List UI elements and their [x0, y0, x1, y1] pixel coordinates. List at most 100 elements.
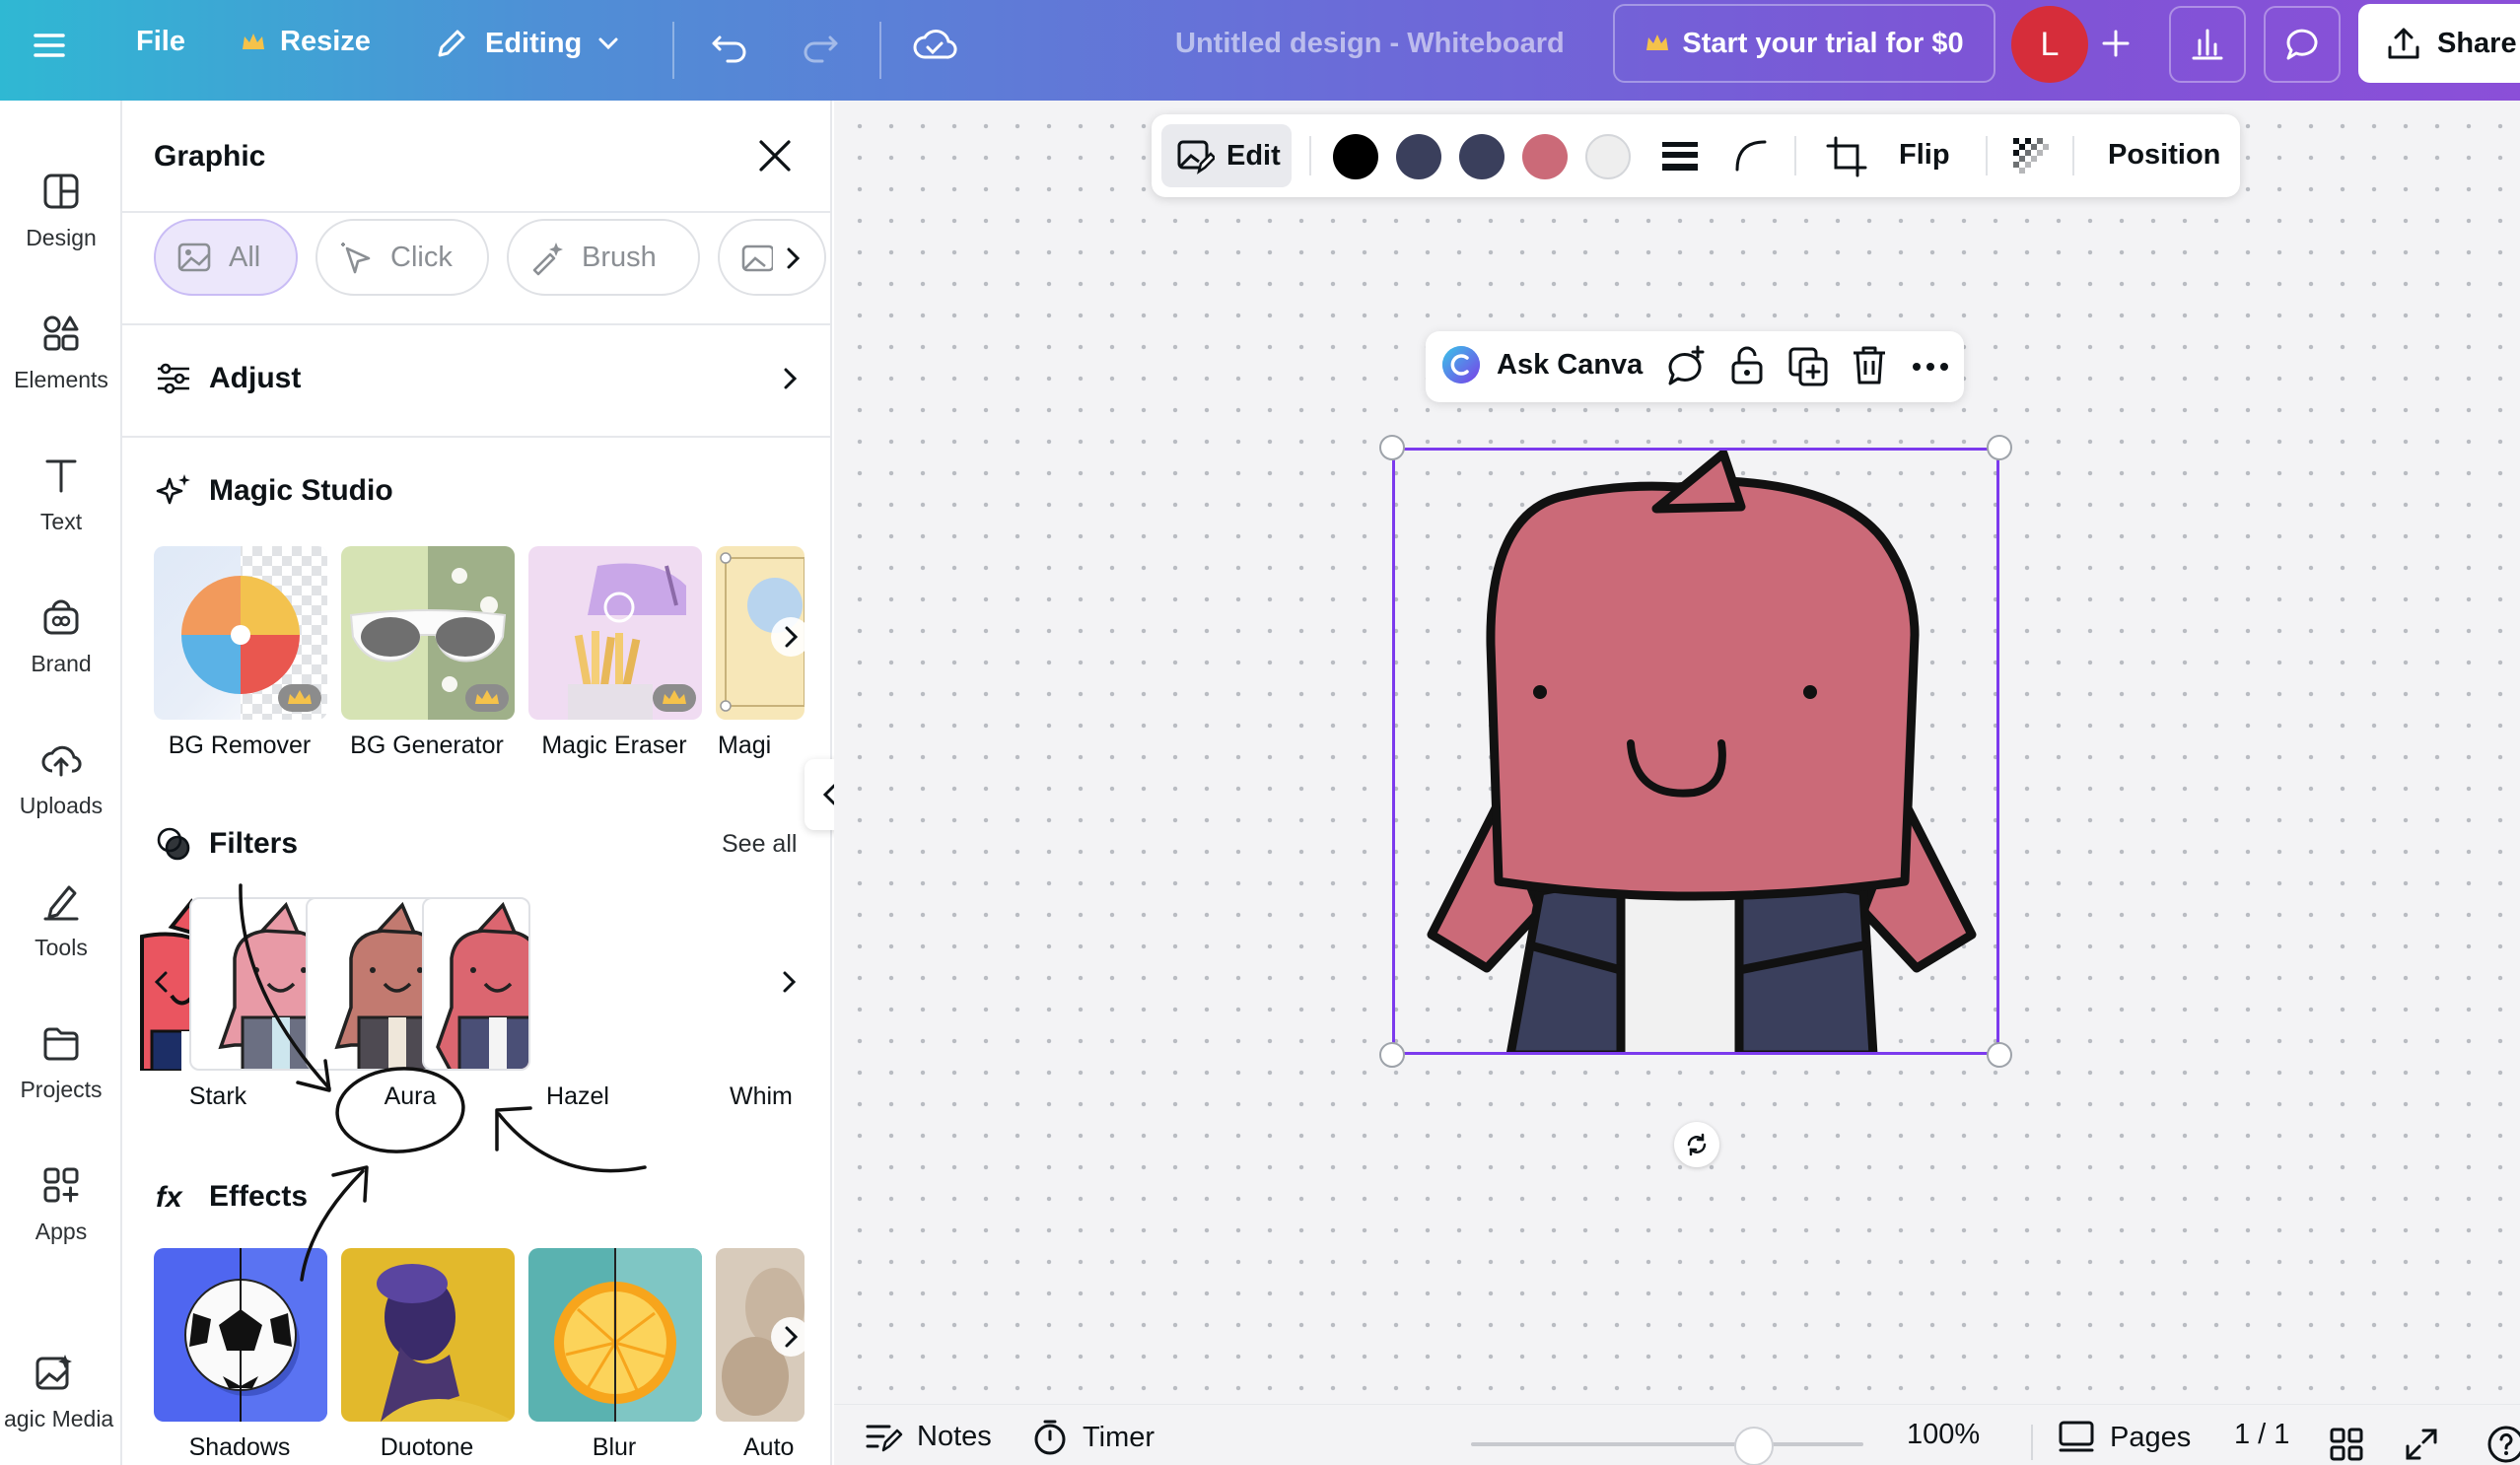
- rail-label: agic Media: [4, 1405, 114, 1431]
- notes-button[interactable]: Notes: [864, 1419, 992, 1454]
- transparency-icon[interactable]: [2011, 136, 2051, 175]
- save-status-button[interactable]: [911, 22, 958, 69]
- color-swatch[interactable]: [1522, 134, 1568, 179]
- element-floating-toolbar: Ask Canva: [1426, 331, 1964, 402]
- rotate-icon: [1687, 1133, 1707, 1156]
- annotation-arrow-3: [300, 1169, 365, 1282]
- zoom-label: 100%: [1907, 1419, 1981, 1450]
- notes-icon: [866, 1425, 903, 1452]
- avatar[interactable]: L: [2011, 6, 2088, 83]
- rail-item-projects[interactable]: Projects: [0, 998, 122, 1126]
- canva-ai-icon: [1442, 346, 1480, 384]
- rail-item-brand[interactable]: Brand: [0, 572, 122, 700]
- text-icon: [45, 459, 77, 492]
- edit-image-button[interactable]: Edit: [1161, 124, 1292, 187]
- fullscreen-icon[interactable]: [2404, 1427, 2439, 1462]
- timer-label: Timer: [1083, 1421, 1155, 1453]
- color-swatch[interactable]: [1333, 134, 1378, 179]
- page-indicator: 1 / 1: [2234, 1419, 2289, 1451]
- insights-button[interactable]: [2169, 6, 2246, 83]
- file-menu[interactable]: File: [136, 26, 185, 58]
- menu-button[interactable]: [30, 26, 69, 65]
- toolbar-divider: [1794, 136, 1796, 175]
- flip-button[interactable]: Flip: [1899, 139, 1950, 172]
- notes-label: Notes: [917, 1420, 992, 1452]
- rail-label: Design: [26, 224, 97, 250]
- zoom-slider-knob[interactable]: [1733, 1427, 1774, 1465]
- rail-item-apps[interactable]: Apps: [0, 1140, 122, 1268]
- trial-label: Start your trial for $0: [1682, 27, 1964, 59]
- border-weight-icon[interactable]: [1658, 136, 1702, 175]
- trash-icon[interactable]: [1848, 343, 1891, 386]
- timer-button[interactable]: Timer: [1031, 1419, 1155, 1456]
- color-swatch[interactable]: [1459, 134, 1505, 179]
- more-options-icon[interactable]: [1909, 345, 1952, 388]
- projects-icon: [43, 1027, 79, 1060]
- editing-mode-dropdown[interactable]: Editing: [432, 24, 621, 63]
- corner-rounding-icon[interactable]: [1731, 136, 1771, 175]
- pages-button[interactable]: Pages: [2057, 1419, 2191, 1456]
- elements-icon: [43, 315, 79, 350]
- apps-icon: [43, 1167, 79, 1202]
- brand-icon: [43, 599, 79, 634]
- rail-item-magic-media[interactable]: agic Media: [0, 1327, 122, 1455]
- chevron-down-icon: [598, 37, 618, 50]
- zoom-slider-track[interactable]: [1471, 1442, 1863, 1446]
- resize-button[interactable]: Resize: [241, 26, 371, 58]
- annotation-arrow-2: [497, 1112, 647, 1173]
- pages-label: Pages: [2110, 1421, 2192, 1453]
- rail-item-elements[interactable]: Elements: [0, 288, 122, 416]
- rail-item-uploads[interactable]: Uploads: [0, 714, 122, 842]
- share-label: Share: [2437, 27, 2517, 59]
- rail-item-tools[interactable]: Tools: [0, 856, 122, 984]
- tools-icon: [43, 885, 79, 920]
- bottom-bar: Notes Timer 100% Pages 1 / 1: [834, 1404, 2520, 1465]
- upload-icon: [2388, 28, 2419, 59]
- timer-icon: [1034, 1420, 1066, 1455]
- resize-handle-tl[interactable]: [1379, 435, 1405, 460]
- comments-button[interactable]: [2264, 6, 2341, 83]
- resize-handle-bl[interactable]: [1379, 1042, 1405, 1068]
- zoom-level[interactable]: 100%: [1907, 1419, 1980, 1451]
- rail-item-text[interactable]: Text: [0, 430, 122, 558]
- context-toolbar: Edit Flip Position: [1152, 114, 2240, 197]
- position-button[interactable]: Position: [2108, 139, 2220, 172]
- redo-button[interactable]: [799, 24, 842, 67]
- help-icon[interactable]: [2486, 1425, 2520, 1464]
- plus-icon: [2102, 30, 2130, 57]
- rail-label: Uploads: [19, 792, 104, 818]
- toolbar-divider: [879, 22, 881, 79]
- color-swatch[interactable]: [1396, 134, 1441, 179]
- rail-label: Projects: [20, 1076, 103, 1102]
- rotate-button[interactable]: [1674, 1122, 1719, 1167]
- pages-icon: [2059, 1421, 2094, 1452]
- invite-button[interactable]: [2094, 22, 2137, 65]
- resize-handle-tr[interactable]: [1987, 435, 2012, 460]
- lock-icon[interactable]: [1725, 343, 1769, 386]
- start-trial-button[interactable]: Start your trial for $0: [1613, 4, 1995, 83]
- document-title[interactable]: Untitled design - Whiteboard: [1175, 28, 1565, 60]
- resize-handle-br[interactable]: [1987, 1042, 2012, 1068]
- duplicate-icon[interactable]: [1786, 345, 1830, 388]
- selection-box: [1392, 448, 1999, 1055]
- ask-canva-label: Ask Canva: [1497, 348, 1644, 381]
- add-comment-icon[interactable]: [1664, 345, 1708, 388]
- grid-view-icon[interactable]: [2329, 1427, 2364, 1462]
- color-swatch[interactable]: [1585, 134, 1631, 179]
- ask-canva-button[interactable]: Ask Canva: [1439, 343, 1643, 386]
- avatar-initial: L: [2040, 25, 2060, 63]
- share-button[interactable]: Share: [2358, 4, 2520, 83]
- annotation-arrowhead-1: [296, 1059, 331, 1092]
- annotation-circle: [335, 1067, 465, 1153]
- cloud-check-icon: [913, 30, 957, 59]
- comment-icon: [2286, 29, 2318, 60]
- undo-icon: [712, 35, 746, 63]
- rail-label: Tools: [35, 934, 88, 960]
- rail-label: Text: [39, 508, 83, 534]
- rail-item-design[interactable]: Design: [0, 146, 122, 274]
- pencil-icon: [438, 30, 465, 57]
- editing-label: Editing: [485, 27, 583, 59]
- crop-icon[interactable]: [1826, 136, 1867, 177]
- undo-button[interactable]: [708, 24, 751, 67]
- crown-icon: [1646, 35, 1669, 50]
